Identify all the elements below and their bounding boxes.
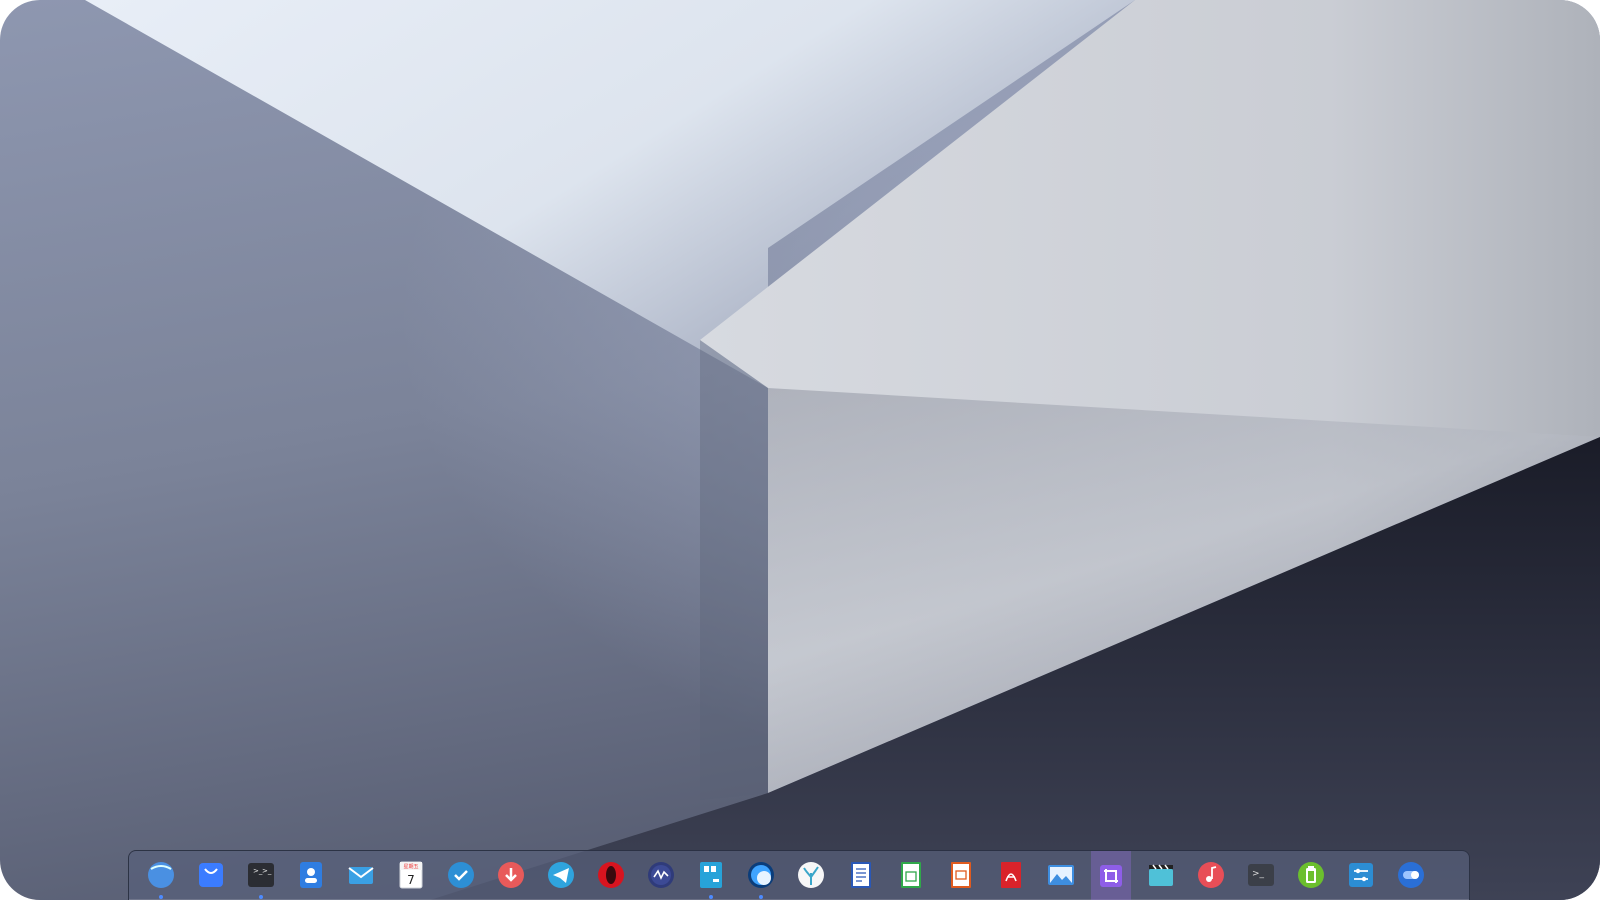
impress-icon bbox=[951, 862, 971, 888]
dock-item-console[interactable]: >_ bbox=[1241, 855, 1281, 895]
dock-item-calc[interactable] bbox=[891, 855, 931, 895]
writer-icon bbox=[851, 862, 871, 888]
dock-item-writer[interactable] bbox=[841, 855, 881, 895]
dock-item-notes[interactable] bbox=[691, 855, 731, 899]
dock-item-app-store[interactable] bbox=[191, 855, 231, 895]
music-icon bbox=[1198, 862, 1224, 888]
battery-icon bbox=[1298, 862, 1324, 888]
video-icon bbox=[1149, 864, 1173, 886]
dock-item-browser[interactable] bbox=[741, 855, 781, 899]
dock-item-mail[interactable] bbox=[341, 855, 381, 895]
settings-icon bbox=[1349, 863, 1373, 887]
dock-item-tasks[interactable] bbox=[441, 855, 481, 895]
dock-item-settings[interactable] bbox=[1341, 855, 1381, 895]
app-store-icon bbox=[199, 863, 223, 887]
dock-item-image-viewer[interactable] bbox=[1041, 855, 1081, 895]
image-viewer-icon bbox=[1048, 865, 1074, 885]
coral-icon bbox=[798, 862, 824, 888]
console-icon: >_ bbox=[1248, 864, 1274, 886]
svg-text:>_: >_ bbox=[1252, 869, 1265, 879]
notes-icon bbox=[700, 862, 722, 888]
dock-item-system-monitor[interactable] bbox=[641, 855, 681, 895]
dock-item-screenshot-crop[interactable] bbox=[1091, 851, 1131, 900]
dock-item-terminal[interactable]: >_ >_ bbox=[241, 855, 281, 899]
contacts-icon bbox=[300, 862, 322, 888]
calendar-icon: 星期五 7 bbox=[399, 861, 423, 889]
dock-item-coral[interactable] bbox=[791, 855, 831, 895]
dock-item-calendar[interactable]: 星期五 7 bbox=[391, 855, 431, 895]
toggle-icon bbox=[1398, 862, 1424, 888]
desktop-screen: >_ >_ 星期五 7 >_ bbox=[0, 0, 1600, 900]
screenshot-crop-icon bbox=[1100, 865, 1122, 887]
browser-icon bbox=[748, 862, 774, 888]
dock-item-battery[interactable] bbox=[1291, 855, 1331, 895]
calc-icon bbox=[901, 862, 921, 888]
terminal-icon: >_ >_ bbox=[248, 863, 274, 887]
telegram-icon bbox=[548, 862, 574, 888]
dock-item-video[interactable] bbox=[1141, 855, 1181, 895]
calendar-day-number: 7 bbox=[407, 873, 415, 887]
dock-item-music[interactable] bbox=[1191, 855, 1231, 895]
calendar-weekday-label: 星期五 bbox=[403, 864, 418, 870]
running-indicator bbox=[759, 895, 763, 899]
tasks-icon bbox=[448, 862, 474, 888]
dock-item-downloader[interactable] bbox=[491, 855, 531, 895]
dock-item-pdf[interactable] bbox=[991, 855, 1031, 895]
dock-item-impress[interactable] bbox=[941, 855, 981, 895]
running-indicator bbox=[709, 895, 713, 899]
dock-item-opera[interactable] bbox=[591, 855, 631, 895]
mail-icon bbox=[348, 867, 374, 884]
dock-item-contacts[interactable] bbox=[291, 855, 331, 895]
dock-item-telegram[interactable] bbox=[541, 855, 581, 895]
opera-icon bbox=[598, 862, 624, 888]
dock-item-toggle[interactable] bbox=[1391, 855, 1431, 895]
system-monitor-icon bbox=[648, 862, 674, 888]
launcher-icon bbox=[148, 862, 174, 888]
downloader-icon bbox=[498, 862, 524, 888]
dock: >_ >_ 星期五 7 >_ bbox=[128, 850, 1470, 900]
running-indicator bbox=[159, 895, 163, 899]
svg-text:>_: >_ bbox=[262, 867, 272, 875]
running-indicator bbox=[259, 895, 263, 899]
dock-item-launcher[interactable] bbox=[141, 855, 181, 899]
pdf-icon bbox=[1001, 862, 1021, 888]
wallpaper bbox=[0, 0, 1600, 900]
